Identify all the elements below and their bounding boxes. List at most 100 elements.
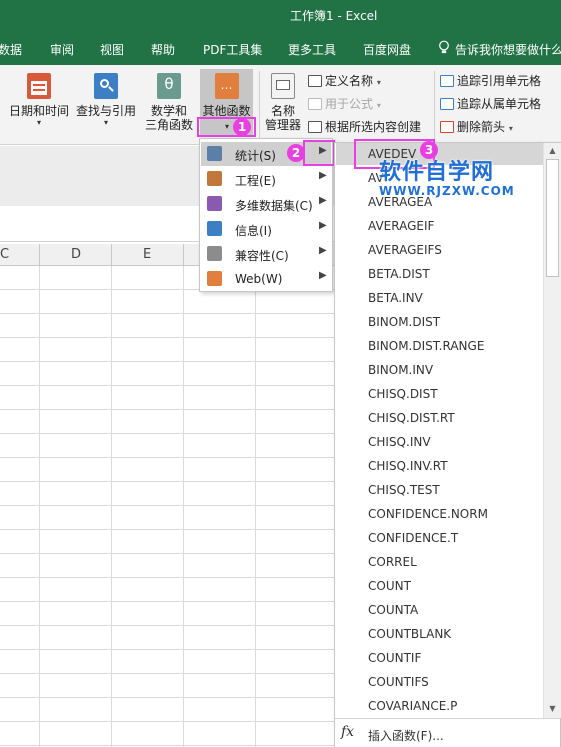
function-item[interactable]: CONFIDENCE.NORM — [368, 507, 488, 521]
tell-me-search[interactable]: 告诉我你想要做什么 — [455, 41, 561, 58]
scrollbar-thumb[interactable] — [546, 159, 559, 277]
scroll-down-arrow-icon[interactable]: ▼ — [544, 701, 561, 717]
use-in-formula-button[interactable]: 用于公式 ▾ — [308, 95, 381, 112]
insert-function-row[interactable]: fx 插入函数(F)... — [335, 718, 560, 747]
chevron-down-icon[interactable]: ▾ — [225, 122, 229, 131]
function-item[interactable]: BINOM.INV — [368, 363, 433, 377]
scroll-up-arrow-icon[interactable]: ▲ — [544, 143, 561, 159]
compat-icon — [207, 246, 222, 261]
grid-line — [255, 266, 256, 747]
menu-review[interactable]: 审阅 — [50, 41, 74, 58]
tag-icon — [308, 75, 322, 87]
function-item[interactable]: CHISQ.DIST — [368, 387, 438, 401]
function-item[interactable]: COUNTBLANK — [368, 627, 451, 641]
formulas-ribbon: 日期和时间 ▾ 查找与引用 ▾ θ 数学和 三角函数 … 其他函数 名称 管理器… — [0, 65, 561, 145]
theta-icon: θ — [157, 73, 181, 99]
define-name-button[interactable]: 定义名称 ▾ — [308, 72, 381, 89]
chevron-right-icon: ▶ — [319, 245, 327, 256]
create-from-selection-button[interactable]: 根据所选内容创建 — [308, 118, 421, 135]
menu-more-tools[interactable]: 更多工具 — [288, 41, 336, 58]
annotation-badge-1: 1 — [233, 118, 251, 136]
table-icon — [308, 121, 322, 133]
menu-pdf-tools[interactable]: PDF工具集 — [203, 41, 262, 58]
category-web[interactable]: Web(W) ▶ — [201, 267, 331, 291]
category-label: 统计(S) — [235, 149, 276, 163]
chevron-right-icon: ▶ — [319, 220, 327, 231]
trace-dependents-icon — [440, 98, 454, 110]
annotation-box-2 — [303, 140, 335, 166]
function-item[interactable]: BETA.INV — [368, 291, 423, 305]
function-item[interactable]: CONFIDENCE.T — [368, 531, 458, 545]
grid-line — [111, 266, 112, 747]
use-in-formula-label: 用于公式 — [325, 97, 374, 111]
category-information[interactable]: 信息(I) ▶ — [201, 217, 331, 241]
math-trig-label-line2: 三角函数 — [144, 118, 193, 132]
chevron-down-icon: ▾ — [376, 78, 381, 87]
chart-icon — [207, 146, 222, 161]
chevron-right-icon: ▶ — [319, 270, 327, 281]
function-item[interactable]: AVERAGEIF — [368, 219, 434, 233]
function-item[interactable]: CHISQ.DIST.RT — [368, 411, 455, 425]
menu-data[interactable]: 数据 — [0, 41, 22, 58]
category-label: 信息(I) — [235, 224, 272, 238]
category-compatibility[interactable]: 兼容性(C) ▶ — [201, 242, 331, 266]
chevron-down-icon: ▾ — [508, 124, 513, 133]
category-cube[interactable]: 多维数据集(C) ▶ — [201, 192, 331, 216]
web-icon — [207, 271, 222, 286]
fx-icon: fx — [341, 724, 355, 740]
function-item[interactable]: CHISQ.INV — [368, 435, 431, 449]
column-divider — [39, 244, 40, 266]
lookup-reference-label: 查找与引用 — [75, 104, 136, 118]
math-trig-button[interactable]: θ 数学和 三角函数 — [138, 73, 200, 132]
category-label: 多维数据集(C) — [235, 199, 313, 213]
watermark-url: WWW.RJZXW.COM — [379, 184, 515, 198]
name-manager-button[interactable]: 名称 管理器 — [262, 73, 304, 132]
menu-view[interactable]: 视图 — [100, 41, 124, 58]
statistical-function-list: AVEDEV AV AVERAGEA AVERAGEIF AVERAGEIFS … — [334, 142, 561, 747]
category-engineering[interactable]: 工程(E) ▶ — [201, 167, 331, 191]
lightbulb-icon — [439, 40, 449, 54]
chevron-down-icon: ▾ — [36, 118, 41, 127]
chevron-down-icon: ▾ — [376, 101, 381, 110]
trace-dependents-button[interactable]: 追踪从属单元格 — [440, 95, 541, 112]
math-trig-label-line1: 数学和 — [150, 104, 187, 118]
function-item[interactable]: COUNTIFS — [368, 675, 429, 689]
function-item[interactable]: BETA.DIST — [368, 267, 430, 281]
column-header-c[interactable]: C — [0, 247, 9, 262]
remove-arrows-button[interactable]: 删除箭头 ▾ — [440, 118, 513, 135]
date-time-label: 日期和时间 — [8, 104, 69, 118]
function-item[interactable]: BINOM.DIST.RANGE — [368, 339, 484, 353]
function-item[interactable]: CORREL — [368, 555, 417, 569]
date-time-button[interactable]: 日期和时间 ▾ — [6, 73, 72, 128]
function-item[interactable]: CHISQ.INV.RT — [368, 459, 448, 473]
trace-dependents-label: 追踪从属单元格 — [457, 97, 542, 111]
chevron-right-icon: ▶ — [319, 170, 327, 181]
info-icon — [207, 221, 222, 236]
insert-function-label: 插入函数(F)... — [368, 729, 444, 743]
annotation-badge-2: 2 — [287, 144, 305, 162]
menu-help[interactable]: 帮助 — [151, 41, 175, 58]
category-label: Web(W) — [235, 272, 283, 286]
function-item[interactable]: COUNT — [368, 579, 411, 593]
lookup-reference-button[interactable]: 查找与引用 ▾ — [73, 73, 139, 128]
function-item[interactable]: COVARIANCE.P — [368, 699, 457, 713]
watermark-text: 软件自学网 — [379, 160, 495, 185]
function-item[interactable]: AVERAGEIFS — [368, 243, 442, 257]
formula-icon — [308, 98, 322, 110]
menu-baidu-netdisk[interactable]: 百度网盘 — [363, 41, 411, 58]
name-manager-label-line1: 名称 — [270, 104, 295, 118]
function-item[interactable]: COUNTIF — [368, 651, 421, 665]
column-header-e[interactable]: E — [143, 247, 151, 262]
column-header-d[interactable]: D — [71, 247, 81, 262]
chevron-down-icon: ▾ — [103, 118, 108, 127]
define-name-label: 定义名称 — [325, 74, 374, 88]
trace-precedents-button[interactable]: 追踪引用单元格 — [440, 72, 541, 89]
column-divider — [183, 244, 184, 266]
function-item[interactable]: BINOM.DIST — [368, 315, 440, 329]
grid-line — [183, 266, 184, 747]
function-item[interactable]: COUNTA — [368, 603, 418, 617]
vertical-scrollbar[interactable]: ▲ ▼ — [543, 143, 561, 718]
trace-precedents-label: 追踪引用单元格 — [457, 74, 542, 88]
function-item[interactable]: CHISQ.TEST — [368, 483, 440, 497]
more-functions-icon: … — [214, 73, 239, 99]
